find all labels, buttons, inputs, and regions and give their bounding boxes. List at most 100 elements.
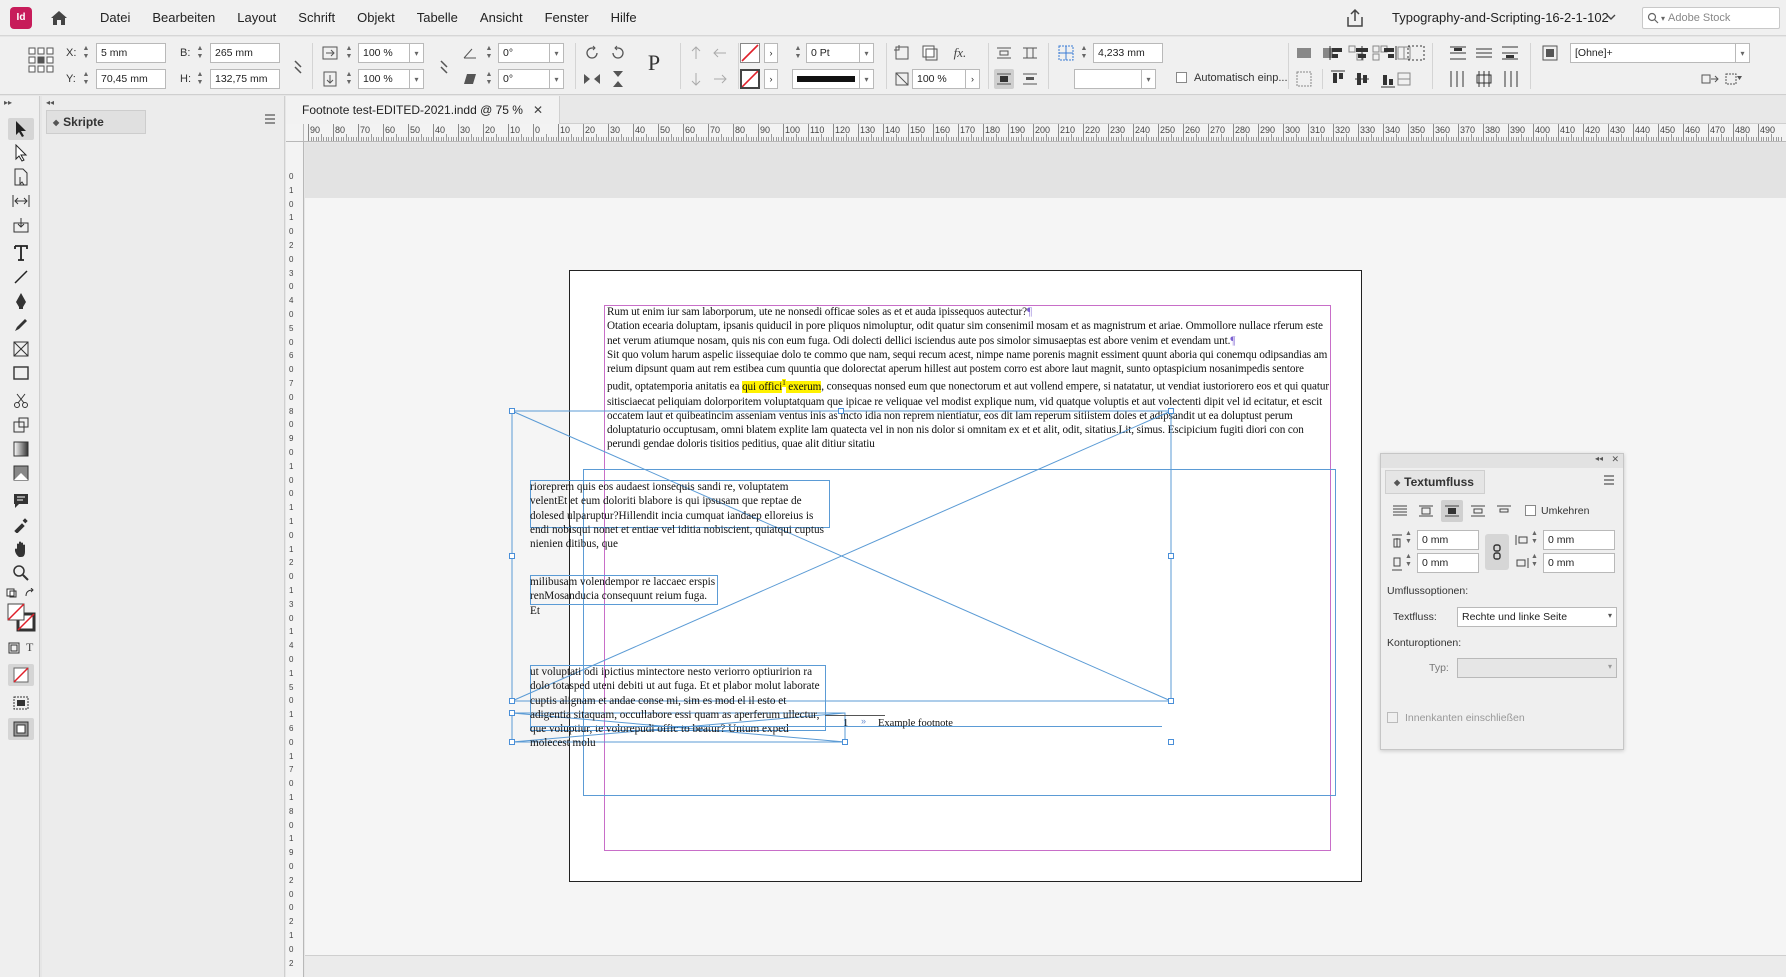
rotate-cw-icon[interactable] bbox=[582, 43, 602, 63]
main-story[interactable]: Rum ut enim iur sam laborporum, ute ne n… bbox=[607, 305, 1331, 452]
column-dropdown[interactable]: ▾ bbox=[1142, 69, 1156, 89]
contour-type-select[interactable]: ▾ bbox=[1457, 658, 1617, 678]
adobe-stock-search[interactable]: ▾ Adobe Stock bbox=[1642, 7, 1780, 29]
distribute-vcenter-icon[interactable] bbox=[1474, 43, 1494, 63]
hand-tool-icon[interactable] bbox=[8, 538, 34, 560]
menu-objekt[interactable]: Objekt bbox=[357, 10, 395, 25]
wrap-to-select[interactable]: Rechte und linke Seite ▾ bbox=[1457, 607, 1617, 627]
shear-dropdown[interactable]: ▾ bbox=[550, 69, 564, 89]
x-field[interactable]: 5 mm bbox=[96, 43, 166, 63]
menu-schrift[interactable]: Schrift bbox=[298, 10, 335, 25]
height-stepper[interactable]: ▲ ▼ bbox=[194, 69, 206, 89]
selection-tool-icon[interactable] bbox=[8, 118, 34, 140]
scale-x-dropdown[interactable]: ▾ bbox=[410, 43, 424, 63]
gutter-field[interactable]: 4,233 mm bbox=[1093, 43, 1163, 63]
wrap-object-shape-icon[interactable] bbox=[994, 69, 1014, 89]
distribute-hcenter-icon[interactable] bbox=[1474, 69, 1494, 89]
opacity-field[interactable]: 100 % bbox=[912, 69, 966, 89]
scripts-panel-tab[interactable]: ◆ Skripte bbox=[46, 110, 146, 134]
menu-tabelle[interactable]: Tabelle bbox=[417, 10, 458, 25]
eyedropper-tool-icon[interactable] bbox=[8, 514, 34, 536]
effects-fx-icon[interactable]: fx. bbox=[950, 43, 970, 63]
close-icon[interactable]: ✕ bbox=[1611, 454, 1619, 465]
screen-mode-icon[interactable] bbox=[8, 692, 34, 714]
ruler-origin[interactable] bbox=[286, 124, 304, 142]
line-tool-icon[interactable] bbox=[8, 266, 34, 288]
scale-y-field[interactable]: 100 % bbox=[358, 69, 410, 89]
constrain-scale-icon[interactable] bbox=[434, 57, 454, 77]
select-container-icon[interactable] bbox=[686, 43, 706, 63]
left-offset-stepper[interactable]: ▲ ▼ bbox=[1531, 530, 1538, 546]
distribute-bottom-icon[interactable] bbox=[1500, 43, 1520, 63]
preview-mode-icon[interactable] bbox=[8, 718, 34, 740]
y-stepper[interactable]: ▲ ▼ bbox=[80, 69, 92, 89]
selection-handle[interactable] bbox=[1168, 739, 1174, 745]
vertical-ruler[interactable]: 0 1 0 1 0 2 0 3 0 4 0 5 0 6 0 7 0 8 0 9 0 1 0 0 1 1 0 1 2 0 1 3 0 1 4 0 1 5 0 1… bbox=[286, 142, 304, 977]
default-fill-stroke-icon[interactable] bbox=[6, 588, 20, 598]
note-tool-icon[interactable] bbox=[8, 490, 34, 512]
text-frame-align-icon[interactable] bbox=[1294, 69, 1314, 89]
type-tool-icon[interactable] bbox=[8, 242, 34, 264]
menu-layout[interactable]: Layout bbox=[237, 10, 276, 25]
menu-bearbeiten[interactable]: Bearbeiten bbox=[152, 10, 215, 25]
distribute-right-icon[interactable] bbox=[1500, 69, 1520, 89]
scale-y-dropdown[interactable]: ▾ bbox=[410, 69, 424, 89]
wrap-bounding-box-icon[interactable] bbox=[994, 43, 1014, 63]
x-stepper[interactable]: ▲ ▼ bbox=[80, 43, 92, 63]
align-left-edges-icon[interactable] bbox=[1328, 43, 1348, 63]
wrap-jump-icon[interactable] bbox=[1020, 43, 1040, 63]
wrap-jump-object-icon[interactable] bbox=[1467, 500, 1489, 522]
right-offset-field[interactable]: 0 mm bbox=[1543, 553, 1615, 573]
content-p-icon[interactable]: P bbox=[640, 47, 668, 79]
fill-menu-arrow[interactable]: › bbox=[764, 43, 778, 63]
stroke-weight-stepper[interactable]: ▲ ▼ bbox=[792, 43, 804, 63]
include-inside-edges-checkbox[interactable] bbox=[1387, 712, 1398, 726]
menu-fenster[interactable]: Fenster bbox=[545, 10, 589, 25]
wrap-object-shape-icon[interactable] bbox=[1441, 500, 1463, 522]
wrap-bounding-box-icon[interactable] bbox=[1415, 500, 1437, 522]
home-icon[interactable] bbox=[48, 7, 70, 29]
scale-x-stepper[interactable]: ▲ ▼ bbox=[343, 43, 355, 63]
scale-y-stepper[interactable]: ▲ ▼ bbox=[343, 69, 355, 89]
panel-titlebar[interactable]: ◂◂ ✕ bbox=[1381, 454, 1623, 468]
apply-none-icon[interactable] bbox=[8, 664, 34, 686]
height-field[interactable]: 132,75 mm bbox=[210, 69, 280, 89]
width-field[interactable]: 265 mm bbox=[210, 43, 280, 63]
bottom-offset-stepper[interactable]: ▲ ▼ bbox=[1405, 553, 1412, 569]
swap-fill-stroke-icon[interactable] bbox=[24, 587, 36, 598]
rotate-ccw-icon[interactable] bbox=[608, 43, 628, 63]
quick-apply-icon[interactable] bbox=[1700, 69, 1720, 89]
fill-stroke-proxy[interactable] bbox=[6, 602, 36, 632]
stroke-swatch-none[interactable] bbox=[740, 69, 760, 89]
column-select[interactable] bbox=[1074, 69, 1142, 89]
stroke-menu-arrow[interactable]: › bbox=[764, 69, 778, 89]
bottom-offset-field[interactable]: 0 mm bbox=[1417, 553, 1479, 573]
align-horizontal-centers-icon[interactable] bbox=[1352, 43, 1372, 63]
gradient-feather-tool-icon[interactable] bbox=[8, 462, 34, 484]
selection-handle[interactable] bbox=[509, 698, 515, 704]
selection-handle[interactable] bbox=[509, 408, 515, 414]
direct-selection-tool-icon[interactable] bbox=[8, 142, 34, 164]
object-style-select[interactable]: [Ohne]+ bbox=[1570, 43, 1736, 63]
align-top-edges-icon[interactable] bbox=[1328, 69, 1348, 89]
wrap-next-column-icon[interactable] bbox=[1493, 500, 1515, 522]
select-next-icon[interactable] bbox=[710, 69, 730, 89]
opacity-arrow[interactable]: › bbox=[966, 69, 980, 89]
formatting-text-icon[interactable]: T bbox=[26, 640, 33, 655]
share-icon[interactable] bbox=[1344, 7, 1366, 29]
rectangle-frame-tool-icon[interactable] bbox=[8, 338, 34, 360]
flip-vertical-icon[interactable] bbox=[608, 69, 628, 89]
distribute-top-icon[interactable] bbox=[1448, 43, 1468, 63]
scale-x-field[interactable]: 100 % bbox=[358, 43, 410, 63]
workspace-switcher[interactable]: Typography-and-Scripting-16-2-1-102 bbox=[1392, 10, 1609, 25]
close-icon[interactable]: ✕ bbox=[533, 103, 543, 117]
content-collector-icon[interactable] bbox=[8, 214, 34, 236]
stroke-type-dropdown[interactable]: ▾ bbox=[860, 69, 874, 89]
selection-handle[interactable] bbox=[1168, 408, 1174, 414]
distribute-left-icon[interactable] bbox=[1448, 69, 1468, 89]
menu-ansicht[interactable]: Ansicht bbox=[480, 10, 523, 25]
top-offset-field[interactable]: 0 mm bbox=[1417, 530, 1479, 550]
collapse-panel-icon[interactable]: ◂◂ bbox=[1595, 454, 1603, 463]
rotate-stepper[interactable]: ▲ ▼ bbox=[483, 43, 495, 63]
rotate-dropdown[interactable]: ▾ bbox=[550, 43, 564, 63]
